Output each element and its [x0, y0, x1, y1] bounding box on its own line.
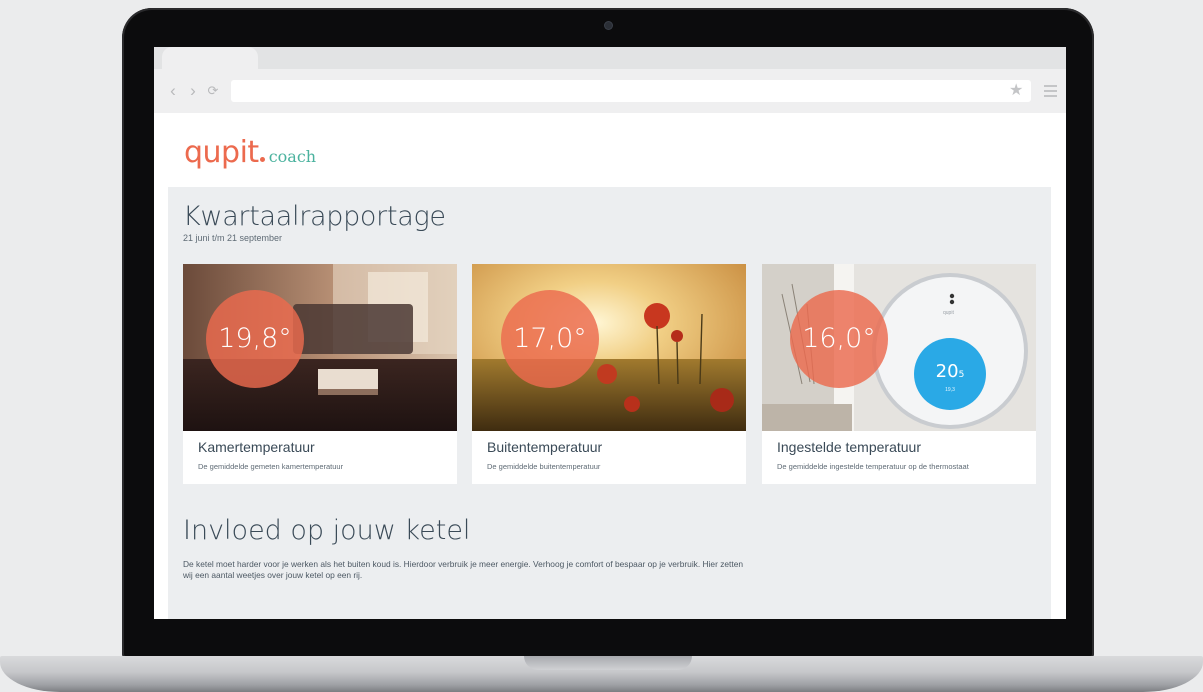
- card-description: De gemiddelde gemeten kamertemperatuur: [198, 462, 344, 471]
- laptop-base-notch: [524, 656, 692, 670]
- thermostat-reading: 205: [926, 361, 974, 382]
- card-description: De gemiddelde ingestelde temperatuur op …: [777, 462, 969, 471]
- section-text: De ketel moet harder voor je werken als …: [183, 559, 744, 580]
- card-description: De gemiddelde buitentemperatuur: [487, 462, 601, 471]
- section-title: Invloed op jouw ketel: [183, 515, 471, 546]
- card-room-temperature[interactable]: 19,8° Kamertemperatuur De gemiddelde gem…: [183, 264, 457, 484]
- card-title: Ingestelde temperatuur: [777, 439, 921, 455]
- star-icon[interactable]: ★: [1009, 80, 1023, 102]
- address-bar[interactable]: [231, 80, 1031, 102]
- page-title: Kwartaalrapportage: [183, 201, 446, 232]
- card-outdoor-temperature[interactable]: 17,0° Buitentemperatuur De gemiddelde bu…: [472, 264, 746, 484]
- report-panel: Kwartaalrapportage 21 juni t/m 21 septem…: [168, 187, 1051, 619]
- outdoor-temperature-badge: 17,0°: [501, 290, 599, 388]
- report-period: 21 juni t/m 21 september: [183, 233, 283, 243]
- card-title: Kamertemperatuur: [198, 439, 315, 455]
- chevron-right-icon[interactable]: ›: [186, 81, 200, 101]
- laptop-screen: ‹ › ⟳ ★ qupit coach Kwartaalrapportage 21…: [154, 47, 1066, 619]
- webcam: [605, 22, 612, 29]
- hamburger-menu-icon[interactable]: [1044, 85, 1057, 97]
- thermostat-brand: qupit: [943, 310, 954, 316]
- thermostat-reading-decimal: 5: [958, 370, 965, 380]
- logo-dot: [259, 157, 265, 162]
- reload-icon[interactable]: ⟳: [206, 81, 220, 101]
- thermostat-reading-whole: 20: [935, 361, 959, 382]
- chevron-left-icon[interactable]: ‹: [166, 81, 180, 101]
- logo-wordmark: qupit: [184, 135, 259, 170]
- card-set-temperature[interactable]: qupit 205 19,3 16,0° Ingestelde temperat…: [762, 264, 1036, 484]
- browser-tab[interactable]: [162, 47, 258, 69]
- thermostat-sub-reading: 19,3: [945, 387, 955, 393]
- room-temperature-badge: 19,8°: [206, 290, 304, 388]
- logo-subtitle: coach: [268, 147, 317, 166]
- card-title: Buitentemperatuur: [487, 439, 603, 455]
- qupit-coach-logo[interactable]: qupit coach: [184, 135, 316, 175]
- set-temperature-badge: 16,0°: [790, 290, 888, 388]
